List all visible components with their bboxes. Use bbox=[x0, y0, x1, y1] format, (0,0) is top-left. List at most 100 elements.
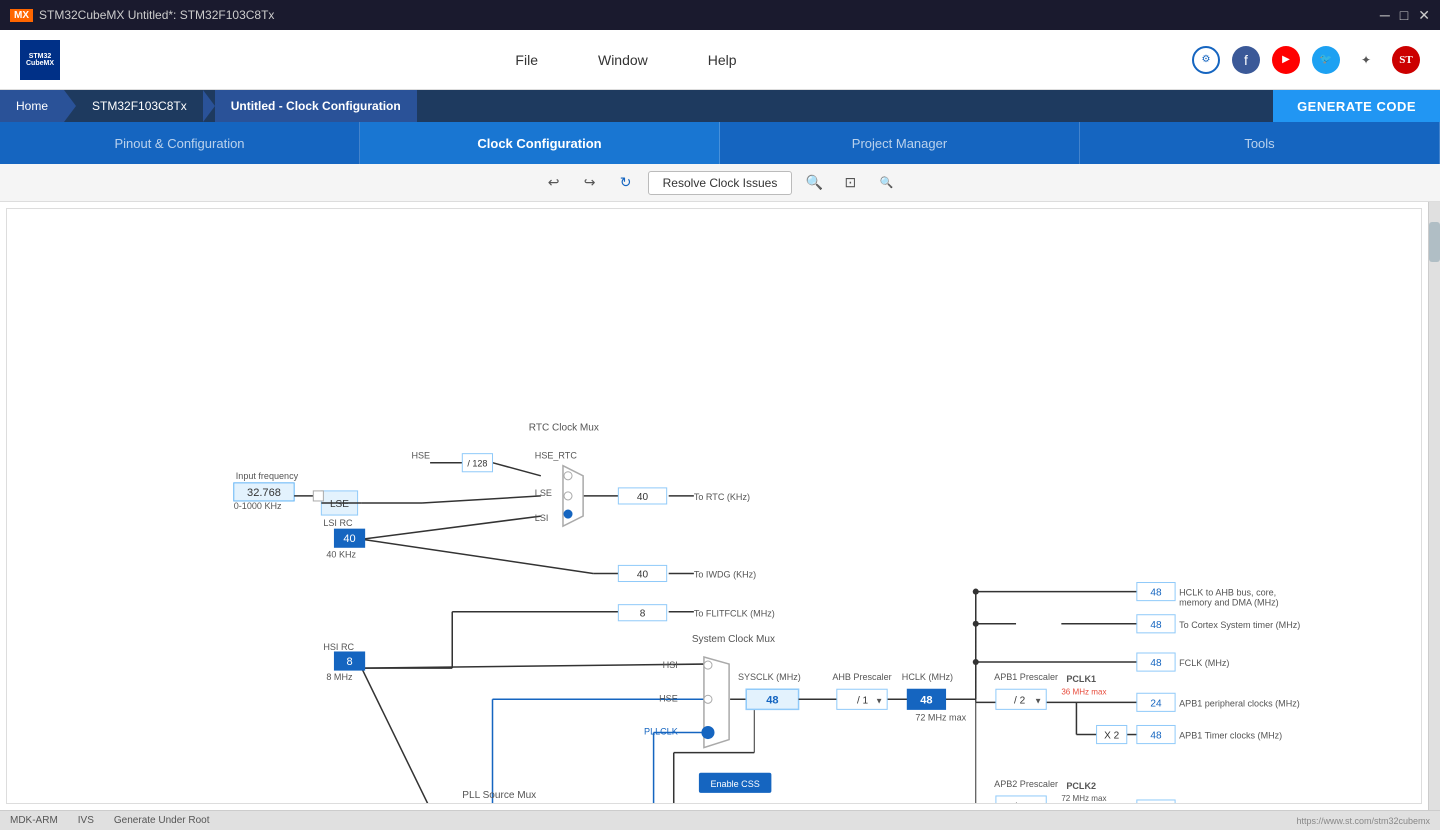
svg-text:To IWDG (KHz): To IWDG (KHz) bbox=[694, 569, 756, 579]
svg-text:48: 48 bbox=[1150, 620, 1162, 631]
logo-box: STM32CubeMX bbox=[20, 40, 60, 80]
fit-button[interactable]: ⊡ bbox=[836, 169, 864, 197]
breadcrumb-chip[interactable]: STM32F103C8Tx bbox=[76, 90, 203, 122]
svg-text:HSI: HSI bbox=[663, 660, 678, 670]
svg-text:HCLK (MHz): HCLK (MHz) bbox=[902, 672, 953, 682]
close-btn[interactable]: ✕ bbox=[1418, 7, 1430, 24]
svg-text:HCLK to AHB bus, core,: HCLK to AHB bus, core, bbox=[1179, 588, 1276, 598]
lse-label: LSE bbox=[535, 488, 552, 498]
svg-text:APB2 Prescaler: APB2 Prescaler bbox=[994, 779, 1058, 789]
window-controls[interactable]: ─ □ ✕ bbox=[1380, 7, 1430, 24]
logo: STM32CubeMX bbox=[20, 40, 60, 80]
svg-text:48: 48 bbox=[1150, 658, 1162, 669]
settings-icon[interactable]: ⚙ bbox=[1192, 46, 1220, 74]
svg-text:To Cortex System timer (MHz): To Cortex System timer (MHz) bbox=[1179, 620, 1300, 630]
svg-text:System Clock Mux: System Clock Mux bbox=[692, 634, 775, 645]
generate-code-button[interactable]: GENERATE CODE bbox=[1273, 90, 1440, 122]
breadcrumb-arrow-3 bbox=[417, 90, 429, 122]
svg-text:To RTC (KHz): To RTC (KHz) bbox=[694, 492, 750, 502]
url-text: https://www.st.com/stm32cubemx bbox=[1296, 816, 1430, 826]
tab-clock[interactable]: Clock Configuration bbox=[360, 122, 720, 164]
menu-file[interactable]: File bbox=[515, 52, 538, 68]
menu-window[interactable]: Window bbox=[598, 52, 648, 68]
svg-text:48: 48 bbox=[1150, 588, 1162, 599]
svg-text:PLL Source Mux: PLL Source Mux bbox=[462, 790, 536, 801]
svg-text:LSI RC: LSI RC bbox=[323, 518, 353, 528]
svg-text:AHB Prescaler: AHB Prescaler bbox=[832, 672, 891, 682]
svg-text:SYSCLK (MHz): SYSCLK (MHz) bbox=[738, 672, 801, 682]
main-area: RTC Clock Mux / 128 HSE HSE_RTC LSE LSI … bbox=[0, 202, 1440, 810]
svg-text:PCLK2: PCLK2 bbox=[1066, 781, 1096, 791]
tab-bar: Pinout & Configuration Clock Configurati… bbox=[0, 122, 1440, 164]
svg-text:/ 2: / 2 bbox=[1014, 695, 1026, 706]
breadcrumb-arrow-2 bbox=[203, 90, 215, 122]
tab-pinout[interactable]: Pinout & Configuration bbox=[0, 122, 360, 164]
svg-text:PCLK1: PCLK1 bbox=[1066, 674, 1096, 684]
minimize-btn[interactable]: ─ bbox=[1380, 7, 1390, 24]
svg-text:72 MHz max: 72 MHz max bbox=[915, 712, 966, 722]
svg-text:FCLK (MHz): FCLK (MHz) bbox=[1179, 658, 1229, 668]
clock-diagram-svg: RTC Clock Mux / 128 HSE HSE_RTC LSE LSI … bbox=[7, 209, 1421, 803]
svg-text:LSE: LSE bbox=[330, 499, 349, 510]
svg-text:36 MHz max: 36 MHz max bbox=[1061, 687, 1106, 696]
menu-bar: STM32CubeMX File Window Help ⚙ f ▶ 🐦 ✦ S… bbox=[0, 30, 1440, 90]
svg-text:48: 48 bbox=[920, 694, 932, 706]
status-bar: MDK-ARM IVS Generate Under Root https://… bbox=[0, 810, 1440, 830]
svg-text:X 2: X 2 bbox=[1104, 731, 1119, 742]
zoom-in-button[interactable]: 🔍 bbox=[800, 169, 828, 197]
svg-text:8: 8 bbox=[346, 656, 352, 668]
undo-button[interactable]: ↩ bbox=[540, 169, 568, 197]
svg-text:/ 1: / 1 bbox=[1014, 802, 1026, 803]
network-icon[interactable]: ✦ bbox=[1352, 46, 1380, 74]
svg-text:48: 48 bbox=[1150, 731, 1162, 742]
hse-rtc-label: HSE_RTC bbox=[535, 451, 578, 461]
svg-text:32.768: 32.768 bbox=[247, 487, 281, 499]
status-item-3: Generate Under Root bbox=[114, 815, 210, 826]
toolbar: ↩ ↪ ↻ Resolve Clock Issues 🔍 ⊡ 🔍 bbox=[0, 164, 1440, 202]
hse-top-label: HSE bbox=[411, 451, 430, 461]
svg-text:8 MHz: 8 MHz bbox=[326, 672, 353, 682]
window-title: STM32CubeMX Untitled*: STM32F103C8Tx bbox=[39, 8, 274, 22]
svg-text:72 MHz max: 72 MHz max bbox=[1061, 794, 1106, 803]
svg-text:HSI RC: HSI RC bbox=[323, 642, 354, 652]
youtube-icon[interactable]: ▶ bbox=[1272, 46, 1300, 74]
title-bar: MX STM32CubeMX Untitled*: STM32F103C8Tx … bbox=[0, 0, 1440, 30]
facebook-icon[interactable]: f bbox=[1232, 46, 1260, 74]
tab-tools[interactable]: Tools bbox=[1080, 122, 1440, 164]
zoom-out-button[interactable]: 🔍 bbox=[872, 169, 900, 197]
refresh-button[interactable]: ↻ bbox=[612, 169, 640, 197]
div128-label: / 128 bbox=[467, 459, 487, 469]
status-item-1: MDK-ARM bbox=[10, 815, 58, 826]
svg-text:To FLITFCLK (MHz): To FLITFCLK (MHz) bbox=[694, 609, 775, 619]
svg-text:APB1 Timer clocks (MHz): APB1 Timer clocks (MHz) bbox=[1179, 731, 1282, 741]
social-icons: ⚙ f ▶ 🐦 ✦ ST bbox=[1192, 46, 1420, 74]
svg-text:/ 1: / 1 bbox=[857, 695, 869, 706]
svg-text:APB1 Prescaler: APB1 Prescaler bbox=[994, 672, 1058, 682]
st-icon[interactable]: ST bbox=[1392, 46, 1420, 74]
app-icon: MX bbox=[10, 9, 33, 22]
breadcrumb-page[interactable]: Untitled - Clock Configuration bbox=[215, 90, 417, 122]
menu-items: File Window Help bbox=[100, 52, 1152, 68]
canvas-area: RTC Clock Mux / 128 HSE HSE_RTC LSE LSI … bbox=[6, 208, 1422, 804]
svg-text:APB1 peripheral clocks (MHz): APB1 peripheral clocks (MHz) bbox=[1179, 698, 1300, 708]
svg-text:8: 8 bbox=[640, 609, 646, 620]
svg-text:48: 48 bbox=[766, 694, 778, 706]
maximize-btn[interactable]: □ bbox=[1400, 7, 1408, 24]
svg-text:0-1000 KHz: 0-1000 KHz bbox=[234, 501, 282, 511]
svg-text:▼: ▼ bbox=[875, 696, 883, 705]
status-item-2: IVS bbox=[78, 815, 94, 826]
breadcrumb-home[interactable]: Home bbox=[0, 90, 64, 122]
svg-text:Input frequency: Input frequency bbox=[236, 471, 299, 481]
menu-help[interactable]: Help bbox=[708, 52, 737, 68]
svg-text:memory and DMA (MHz): memory and DMA (MHz) bbox=[1179, 598, 1279, 608]
vertical-scrollbar[interactable] bbox=[1428, 202, 1440, 810]
tab-project[interactable]: Project Manager bbox=[720, 122, 1080, 164]
svg-text:40 KHz: 40 KHz bbox=[326, 549, 356, 559]
svg-text:PLLCLK: PLLCLK bbox=[644, 727, 678, 737]
redo-button[interactable]: ↪ bbox=[576, 169, 604, 197]
twitter-icon[interactable]: 🐦 bbox=[1312, 46, 1340, 74]
svg-text:40: 40 bbox=[637, 569, 649, 580]
breadcrumb-arrow-1 bbox=[64, 90, 76, 122]
resolve-clock-button[interactable]: Resolve Clock Issues bbox=[648, 171, 793, 195]
svg-text:HSE: HSE bbox=[659, 693, 678, 703]
